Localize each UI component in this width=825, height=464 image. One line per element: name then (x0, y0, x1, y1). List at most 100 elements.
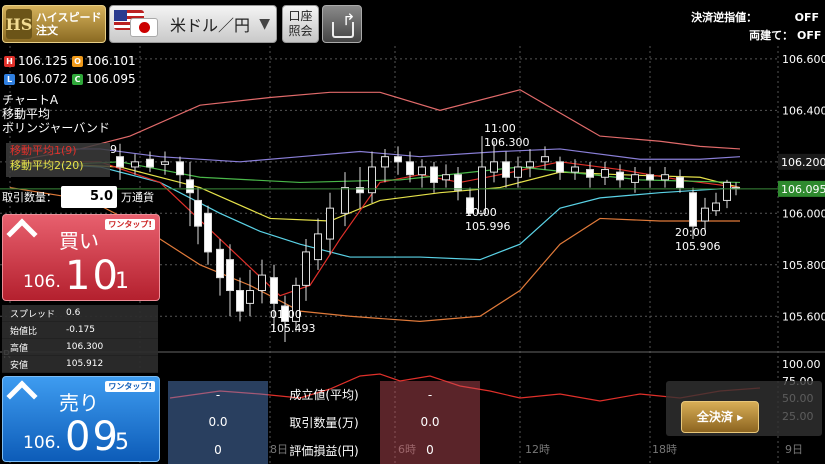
account-label-line1: 口座 (288, 9, 313, 23)
buy-position-column: -0.0 0 (168, 381, 268, 464)
current-price-label: 106.095 (781, 183, 825, 196)
annotation-price: 105.493 (270, 322, 316, 335)
candle-body (526, 161, 534, 168)
share-button[interactable]: ↱ (322, 5, 362, 43)
candle-body (314, 233, 322, 261)
candle-body (601, 169, 609, 178)
candle-body (586, 169, 594, 178)
osc-tick-label: 100.00 (782, 358, 821, 371)
ma1-label: 移動平均1(9) (10, 144, 77, 157)
sell-price-main: 09 (65, 414, 120, 460)
candle-body (571, 166, 579, 173)
candle-body (646, 174, 654, 181)
candle-body (541, 156, 549, 163)
candle-body (116, 156, 124, 168)
candle-body (442, 174, 450, 181)
ohlc-quotes: H 106.125 O 106.101 L 106.072 C 106.095 (2, 52, 142, 88)
candle-body (676, 176, 684, 189)
annotation-price: 106.300 (484, 136, 530, 149)
sell-position-column: -0.0 0 (380, 381, 480, 464)
indicator-bollinger: ボリンジャーバンド (2, 121, 110, 135)
quote-high: H 106.125 (4, 54, 68, 68)
price-tick-label: 105.800 (782, 259, 825, 272)
candle-body (341, 187, 349, 214)
ma2-label: 移動平均2(20) (10, 159, 84, 172)
market-stats: スプレッド 0.6 始値比 -0.175 高値 106.300 安値 105.912 (2, 305, 158, 373)
quote-low: L 106.072 (4, 72, 68, 86)
buy-price-main: 10 (65, 253, 120, 299)
candle-body (712, 202, 720, 212)
time-axis-label: 9日 (785, 443, 803, 456)
annotation-time: 11:00 (484, 122, 516, 135)
candle-body (430, 166, 438, 183)
price-tag-label: 106.200 (781, 156, 825, 169)
price-tick-label: 105.600 (782, 310, 825, 323)
account-inquiry-button[interactable]: 口座 照会 (282, 5, 319, 43)
position-headers: 成立値(平均) 取引数量(万) 評価損益(円) (289, 388, 359, 458)
candle-body (701, 207, 709, 222)
candle-body (616, 171, 624, 181)
currency-pair-selector[interactable]: 米ドル／円 ▼ (109, 5, 277, 43)
candle-body (502, 161, 510, 178)
chevron-up-icon (6, 218, 38, 250)
price-tick-label: 106.000 (782, 207, 825, 220)
hs-label-line2: 注文 (36, 24, 58, 37)
candle-body (356, 187, 364, 194)
annotation-label: 9 (110, 143, 117, 156)
candle-body (161, 161, 169, 165)
account-label-line2: 照会 (288, 24, 313, 38)
candle-body (418, 166, 426, 176)
annotation-time: 01:00 (270, 308, 302, 321)
hedging-status: 両建て： OFF (749, 29, 822, 42)
annotation-time: 10:00 (465, 206, 497, 219)
high-speed-order-label: ハイスピード 注文 (36, 11, 101, 37)
candle-body (454, 174, 462, 191)
annotation-time: 20:00 (675, 226, 707, 239)
candle-body (689, 192, 697, 227)
candle-body (216, 248, 224, 279)
stat-row: 高値 106.300 (2, 339, 158, 356)
sell-button[interactable]: ワンタップ! 売り 106. 09 5 (2, 376, 160, 462)
close-all-button[interactable]: 全決済 ▸ (681, 401, 759, 433)
trade-amount: 取引数量： 5.0 万通貨 (2, 184, 160, 210)
candle-body (723, 181, 731, 201)
candle-body (514, 166, 522, 178)
time-axis-label: 18時 (652, 443, 677, 456)
one-tap-badge: ワンタップ! (105, 381, 155, 392)
candle-body (186, 179, 194, 194)
currency-pair-name: 米ドル／円 (170, 16, 251, 35)
candle-body (236, 290, 244, 312)
amount-input[interactable]: 5.0 (61, 186, 117, 208)
quote-open: O 106.101 (72, 54, 136, 68)
candle-body (270, 277, 278, 304)
stat-row: 安値 105.912 (2, 356, 158, 373)
candle-body (146, 158, 154, 168)
stat-row: スプレッド 0.6 (2, 305, 158, 322)
buy-button[interactable]: ワンタップ! 買い 106. 10 1 (2, 214, 160, 301)
chevron-up-icon (6, 380, 38, 412)
amount-unit: 万通貨 (121, 191, 154, 204)
candle-body (131, 161, 139, 168)
candle-body (490, 161, 498, 173)
one-tap-badge: ワンタップ! (105, 219, 155, 230)
buy-price-prefix: 106. (23, 272, 61, 292)
chart-label: チャートA (2, 93, 59, 107)
buy-label: 買い (59, 229, 99, 253)
candle-body (381, 156, 389, 168)
sell-price-prefix: 106. (23, 433, 61, 453)
candle-body (258, 274, 266, 292)
stop-loss-status: 決済逆指値： OFF (691, 11, 819, 24)
moving-average-legend: 移動平均1(9) 移動平均2(20) (6, 143, 110, 177)
candle-body (631, 174, 639, 183)
candle-body (226, 259, 234, 292)
candle-body (661, 174, 669, 181)
candle-body (176, 161, 184, 176)
sell-price-last: 5 (115, 430, 129, 455)
price-tick-label: 106.400 (782, 104, 825, 117)
indicator-legend[interactable]: チャートA 移動平均 ボリンジャーバンド (2, 93, 110, 135)
hs-label-line1: ハイスピード (36, 11, 102, 24)
candle-body (556, 161, 564, 173)
buy-price-last: 1 (115, 269, 129, 294)
high-speed-order-button[interactable]: HS ハイスピード 注文 (2, 5, 106, 43)
candle-body (246, 290, 254, 304)
